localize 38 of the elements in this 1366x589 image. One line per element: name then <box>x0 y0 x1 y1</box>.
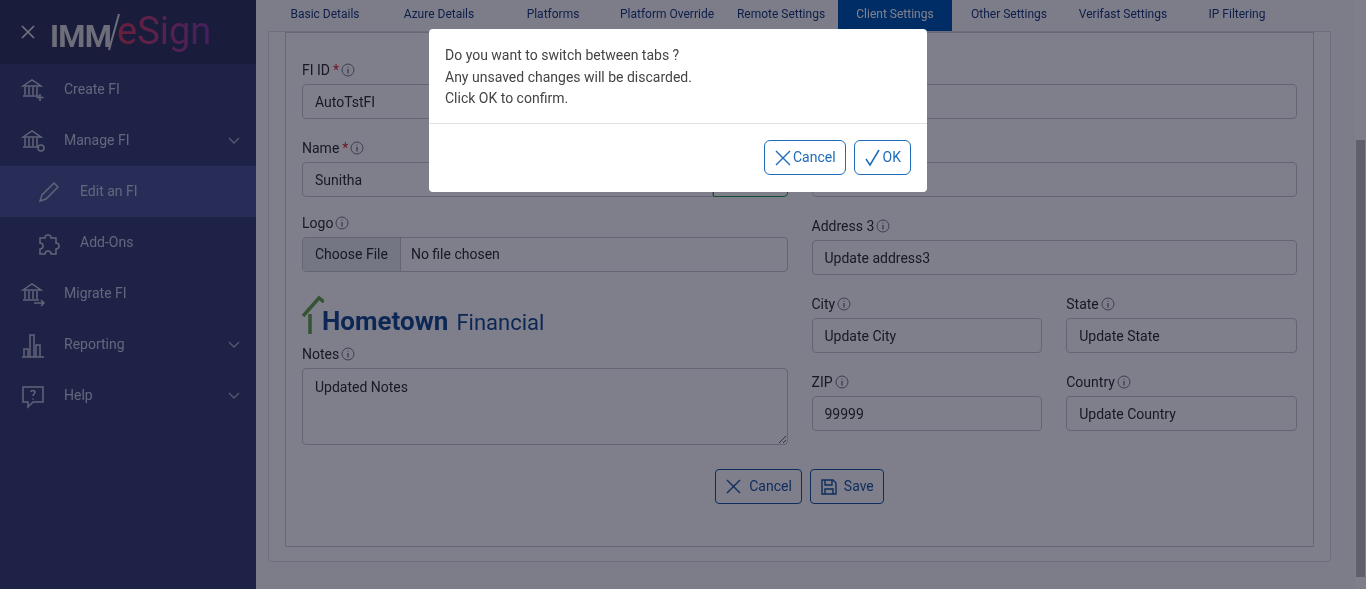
dialog-button[interactable]: OK <box>853 140 911 175</box>
field-label: City <box>811 294 836 314</box>
tab[interactable]: Basic Details <box>268 0 382 31</box>
field-label: Address 3 <box>811 216 875 236</box>
field-label: FI ID <box>302 60 330 80</box>
field-label: State <box>1066 294 1099 314</box>
notes-field[interactable]: Updated Notes <box>302 368 788 445</box>
input-field[interactable]: Update address3 <box>811 240 1297 275</box>
dialog-message: Click OK to confirm. <box>445 89 570 108</box>
dialog-message: Do you want to switch between tabs ? <box>445 46 681 65</box>
tab[interactable]: Other Settings <box>952 0 1066 31</box>
dialog-message: Any unsaved changes will be discarded. <box>445 67 693 87</box>
field-label: ZIP <box>811 372 833 392</box>
field-label: Logo <box>302 213 334 233</box>
logo-text: IMM <box>50 21 112 52</box>
required-mark: * <box>342 138 349 158</box>
file-input[interactable]: Choose File No file chosen <box>302 237 788 272</box>
tab[interactable]: IP Filtering <box>1180 0 1294 31</box>
tab[interactable]: Remote Settings <box>724 0 838 31</box>
brand-name: Financial <box>456 312 545 334</box>
tab[interactable]: Azure Details <box>382 0 496 31</box>
form-button[interactable]: Save <box>809 469 884 504</box>
tab[interactable]: Platform Override <box>610 0 724 31</box>
input-field[interactable]: Update Country <box>1066 396 1297 431</box>
required-mark: * <box>333 60 340 80</box>
tab[interactable]: Platforms <box>496 0 610 31</box>
field-label: Name <box>302 138 340 158</box>
form-button[interactable]: Cancel <box>715 469 802 504</box>
tab[interactable]: Client Settings <box>838 0 952 31</box>
input-field[interactable]: Update City <box>811 318 1043 353</box>
field-label: Notes <box>302 344 340 364</box>
input-field[interactable]: 99999 <box>811 396 1043 431</box>
brand-name: Hometown <box>322 308 449 334</box>
dialog-button[interactable]: Cancel <box>763 140 846 175</box>
sidebar-item[interactable]: Edit an FI <box>0 166 256 217</box>
input-field[interactable]: Update State <box>1066 318 1297 353</box>
field-label: Country <box>1066 372 1115 392</box>
tab[interactable]: Verifast Settings <box>1066 0 1180 31</box>
